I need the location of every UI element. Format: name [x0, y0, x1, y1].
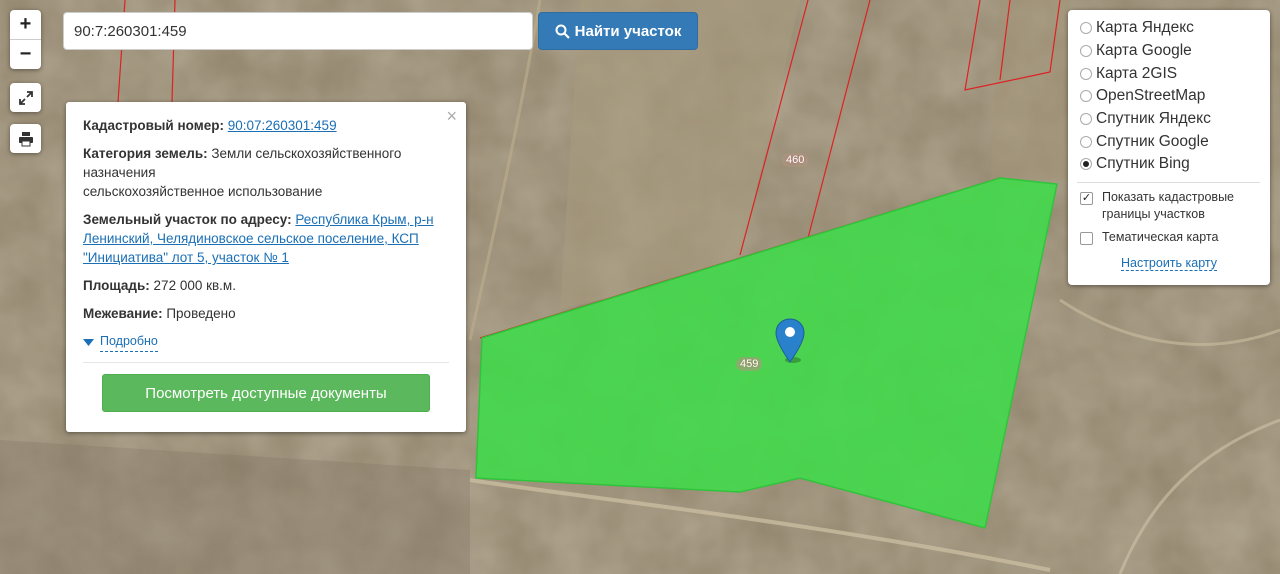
area-value: 272 000 кв.м.: [153, 278, 236, 293]
divider: [83, 362, 449, 363]
layer-switcher: Карта Яндекс Карта Google Карта 2GIS OpenSt…: [1068, 10, 1270, 285]
radio-button[interactable]: [1080, 45, 1092, 58]
show-borders-checkbox-row[interactable]: ✓ Показать кадастровые границы участков: [1080, 189, 1270, 223]
triangle-down-icon: [83, 338, 94, 346]
cadastral-number-link[interactable]: 90:07:260301:459: [228, 118, 337, 133]
printer-icon: [18, 131, 33, 146]
cadastral-number-row: Кадастровый номер: 90:07:260301:459: [83, 116, 449, 135]
zoom-out-button[interactable]: −: [10, 39, 41, 69]
survey-value: Проведено: [166, 306, 236, 321]
zoom-control: + −: [10, 10, 41, 69]
search-button-label: Найти участок: [574, 22, 682, 40]
radio-button[interactable]: [1080, 113, 1092, 126]
layer-option-label: OpenStreetMap: [1096, 87, 1206, 105]
thematic-map-checkbox-row[interactable]: Тематическая карта: [1080, 229, 1270, 246]
layer-option[interactable]: Карта 2GIS: [1080, 62, 1270, 85]
search-button[interactable]: Найти участок: [538, 12, 698, 50]
layer-option[interactable]: OpenStreetMap: [1080, 85, 1270, 108]
layer-option-label: Спутник Google: [1096, 132, 1209, 150]
layer-option-label: Карта Яндекс: [1096, 19, 1194, 37]
details-toggle[interactable]: Подробно: [83, 332, 449, 352]
parcel-number-label: 460: [782, 153, 809, 167]
parcel-info-popup: × Кадастровый номер: 90:07:260301:459 Ка…: [66, 102, 466, 432]
land-category-label: Категория земель:: [83, 146, 208, 161]
cadastral-number-label: Кадастровый номер:: [83, 118, 224, 133]
view-documents-button[interactable]: Посмотреть доступные документы: [102, 374, 430, 412]
thematic-map-checkbox[interactable]: [1080, 231, 1093, 245]
zoom-in-button[interactable]: +: [10, 10, 41, 39]
fullscreen-button[interactable]: [10, 83, 41, 112]
layer-option-label: Карта 2GIS: [1096, 64, 1178, 82]
search-input[interactable]: [63, 12, 533, 50]
area-label: Площадь:: [83, 278, 150, 293]
expand-icon: [18, 90, 33, 105]
radio-button[interactable]: [1080, 158, 1092, 171]
show-borders-checkbox[interactable]: ✓: [1080, 191, 1093, 205]
divider: [1077, 181, 1260, 183]
show-borders-label: Показать кадастровые границы участков: [1102, 189, 1235, 221]
layer-option-label: Карта Google: [1096, 42, 1192, 60]
radio-button[interactable]: [1080, 22, 1092, 35]
layer-option[interactable]: Спутник Google: [1080, 130, 1270, 153]
search-icon: [555, 24, 570, 39]
configure-map-link[interactable]: Настроить карту: [1120, 255, 1218, 271]
area-row: Площадь: 272 000 кв.м.: [83, 276, 449, 295]
survey-label: Межевание:: [83, 306, 163, 321]
layer-option-label: Спутник Яндекс: [1096, 110, 1211, 128]
thematic-map-label: Тематическая карта: [1102, 229, 1219, 244]
parcel-number-label: 459: [736, 357, 763, 371]
layer-option[interactable]: Спутник Яндекс: [1080, 108, 1270, 131]
details-link[interactable]: Подробно: [100, 332, 158, 352]
close-icon[interactable]: ×: [446, 107, 457, 126]
layer-option[interactable]: Спутник Bing: [1080, 153, 1270, 176]
land-category-row: Категория земель: Земли сельскохозяйстве…: [83, 144, 449, 201]
radio-button[interactable]: [1080, 90, 1092, 103]
address-label: Земельный участок по адресу:: [83, 212, 292, 227]
radio-button[interactable]: [1080, 67, 1092, 80]
land-use-value: сельскохозяйственное использование: [83, 184, 323, 199]
layer-option-label: Спутник Bing: [1096, 155, 1190, 173]
survey-row: Межевание: Проведено: [83, 304, 449, 323]
address-row: Земельный участок по адресу: Республика …: [83, 210, 449, 267]
print-button[interactable]: [10, 124, 41, 153]
layer-option[interactable]: Карта Яндекс: [1080, 17, 1270, 40]
location-marker-icon[interactable]: [775, 318, 805, 364]
radio-button[interactable]: [1080, 135, 1092, 148]
layer-option[interactable]: Карта Google: [1080, 40, 1270, 63]
